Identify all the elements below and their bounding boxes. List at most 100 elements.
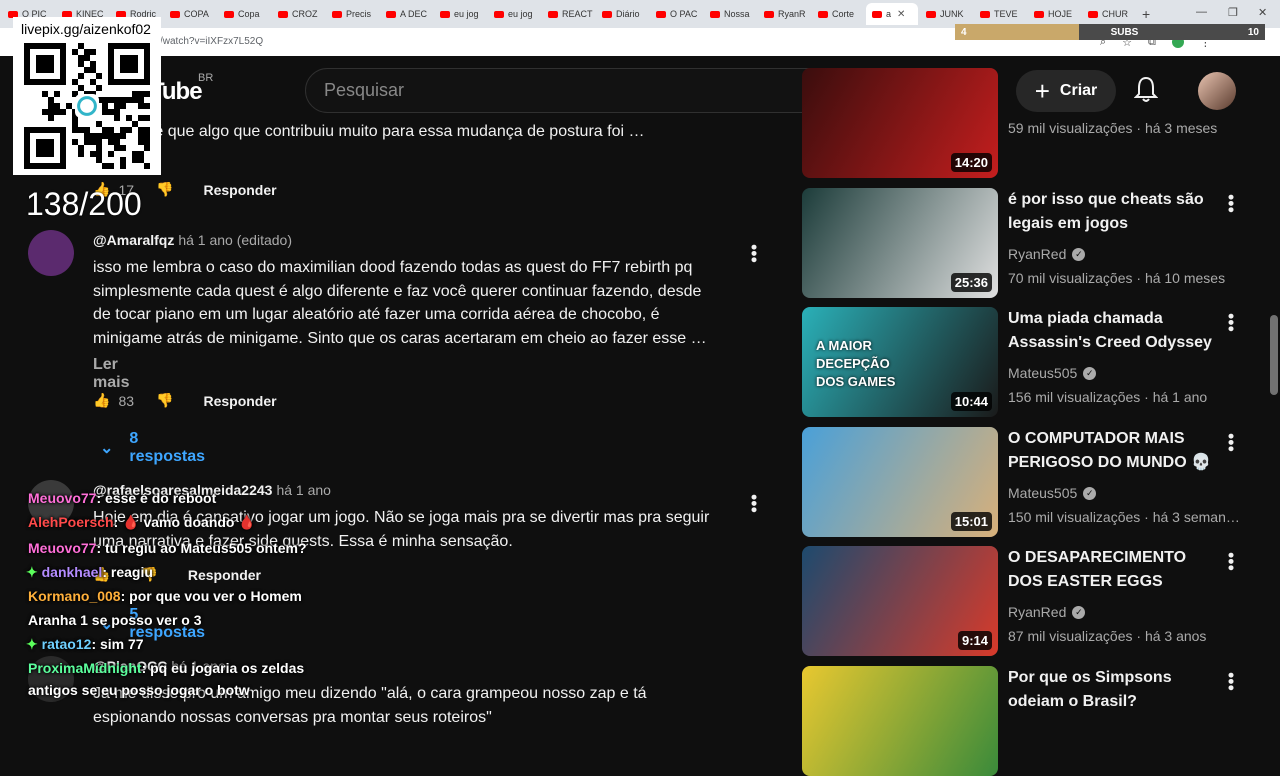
subs-right-value: 10 [1247,26,1259,38]
browser-tab[interactable]: O PAC [650,3,702,25]
browser-tab[interactable]: Nossa [704,3,756,25]
video-menu-icon[interactable]: ••• [1221,194,1241,213]
youtube-favicon-icon [170,10,180,18]
youtube-favicon-icon [332,10,342,18]
chat-message: ✦ dankhael: reagiu [26,564,153,581]
comment-author[interactable]: @Amaralfqz há 1 ano (editado) [93,232,292,248]
chat-badge-icon: ✦ [26,564,42,580]
channel-label: RyanRed [1008,604,1067,620]
minimize-icon[interactable]: — [1196,6,1207,18]
recommended-video[interactable]: A MAIOR DECEPÇÃO DOS GAMES 10:44 Uma piada c… [802,307,1242,417]
chat-text: : esse é do reboot [96,490,217,506]
browser-tab[interactable]: REACT [542,3,594,25]
recommended-video[interactable]: 9:14 O DESAPARECIMENTO DOS EASTER EGGS Rya… [802,546,1242,656]
recommended-video[interactable]: 14:20 59 mil visualizações · há 3 meses [802,68,1242,178]
channel-name[interactable]: RyanRed ✓ [1008,246,1086,262]
avatar[interactable] [28,230,74,276]
chat-text: : reagiu [102,564,153,580]
browser-tab[interactable]: Diário [596,3,648,25]
subs-goal-widget: 4 SUBS 10 [955,24,1265,40]
youtube-favicon-icon [710,10,720,18]
tab-label: Corte [832,9,855,19]
channel-name[interactable]: Mateus505 ✓ [1008,365,1097,381]
video-thumbnail[interactable]: 25:36 [802,188,998,298]
youtube-favicon-icon [872,10,882,18]
dislike-icon[interactable]: 👎 [156,181,173,198]
video-thumbnail[interactable]: 14:20 [802,68,998,178]
thumbnail-text-line: DOS GAMES [816,374,896,389]
video-duration: 9:14 [957,631,992,650]
qr-code-image [24,43,150,169]
browser-tab[interactable]: CROZ [272,3,324,25]
video-meta: 150 mil visualizações · há 3 seman… [1008,509,1240,525]
channel-name[interactable]: RyanRed ✓ [1008,604,1086,620]
url-text[interactable]: /watch?v=iIXFzx7L52Q [160,36,263,47]
video-menu-icon[interactable]: ••• [1221,313,1241,332]
video-thumbnail[interactable]: 9:14 [802,546,998,656]
browser-tab[interactable]: TEVE [974,3,1026,25]
video-title[interactable]: é por isso que cheats são legais em jogo… [1008,188,1218,235]
video-menu-icon[interactable]: ••• [1221,672,1241,691]
video-duration: 15:01 [950,512,992,531]
recommended-video[interactable]: Por que os Simpsons odeiam o Brasil? ••• [802,666,1242,776]
chat-text: antigos se eu posso jogar o botw [28,682,250,698]
tab-label: CROZ [292,9,318,19]
video-title[interactable]: O DESAPARECIMENTO DOS EASTER EGGS [1008,546,1218,593]
browser-tab[interactable]: Precis [326,3,378,25]
author-name[interactable]: @Amaralfqz [93,232,174,248]
tab-label: TEVE [994,9,1018,19]
youtube-favicon-icon [602,10,612,18]
browser-tab[interactable]: COPA [164,3,216,25]
comment-actions: 👍 83 👎 Responder [93,392,277,409]
tab-label: Nossa [724,9,750,19]
browser-tab[interactable]: Copa [218,3,270,25]
browser-tab[interactable]: eu jog [488,3,540,25]
video-thumbnail[interactable] [802,666,998,776]
tab-label: RyanR [778,9,806,19]
read-more-link[interactable]: Ler mais [93,356,129,392]
close-tab-icon[interactable]: ✕ [897,9,905,20]
video-title[interactable]: O COMPUTADOR MAIS PERIGOSO DO MUNDO 💀 [1008,427,1218,474]
browser-tab[interactable]: RyanR [758,3,810,25]
new-tab-button[interactable]: + [1142,6,1150,22]
comment-time: há 1 ano (editado) [178,232,292,248]
chat-username: dankhael [41,564,103,580]
close-window-icon[interactable]: ✕ [1258,6,1267,19]
replies-toggle[interactable]: ⌄ 8 respostas [100,430,205,466]
chat-message: Meuovo77: tu regiu ao Mateus505 ontem? [28,540,307,556]
comment-menu-icon[interactable]: ••• [744,244,764,263]
comment-menu-icon[interactable]: ••• [744,494,764,513]
video-thumbnail[interactable]: 15:01 [802,427,998,537]
video-title[interactable]: Por que os Simpsons odeiam o Brasil? [1008,666,1218,713]
recommended-video[interactable]: 15:01 O COMPUTADOR MAIS PERIGOSO DO MUNDO… [802,427,1242,537]
video-menu-icon[interactable]: ••• [1221,433,1241,452]
video-thumbnail[interactable]: A MAIOR DECEPÇÃO DOS GAMES 10:44 [802,307,998,417]
browser-tab[interactable]: A DEC [380,3,432,25]
tab-label: eu jog [508,9,533,19]
youtube-favicon-icon [656,10,666,18]
browser-tab[interactable]: CHUR [1082,3,1134,25]
browser-tab[interactable]: a ✕ [866,3,918,25]
browser-tab[interactable]: JUNK [920,3,972,25]
browser-tab[interactable]: Corte [812,3,864,25]
goal-counter: 138/200 [26,186,142,222]
browser-tab[interactable]: eu jog [434,3,486,25]
recommended-video[interactable]: 25:36 é por isso que cheats são legais em… [802,188,1242,298]
tab-label: eu jog [454,9,479,19]
chat-username: ratao12 [41,636,92,652]
browser-tab[interactable]: HOJE [1028,3,1080,25]
chat-text: : por que vou ver o Homem [120,588,302,604]
reply-button[interactable]: Responder [203,182,276,198]
tab-label: COPA [184,9,209,19]
reply-button[interactable]: Responder [203,393,276,409]
youtube-favicon-icon [980,10,990,18]
dislike-icon[interactable]: 👎 [156,392,173,409]
scrollbar[interactable] [1270,315,1278,395]
like-icon[interactable]: 👍 [93,392,110,409]
video-title[interactable]: Uma piada chamada Assassin's Creed Odyss… [1008,307,1218,354]
chat-username: AlehPoersch [28,514,114,530]
video-menu-icon[interactable]: ••• [1221,552,1241,571]
channel-name[interactable]: Mateus505 ✓ [1008,485,1097,501]
search-input[interactable] [324,69,804,112]
maximize-icon[interactable]: ❐ [1228,6,1238,19]
